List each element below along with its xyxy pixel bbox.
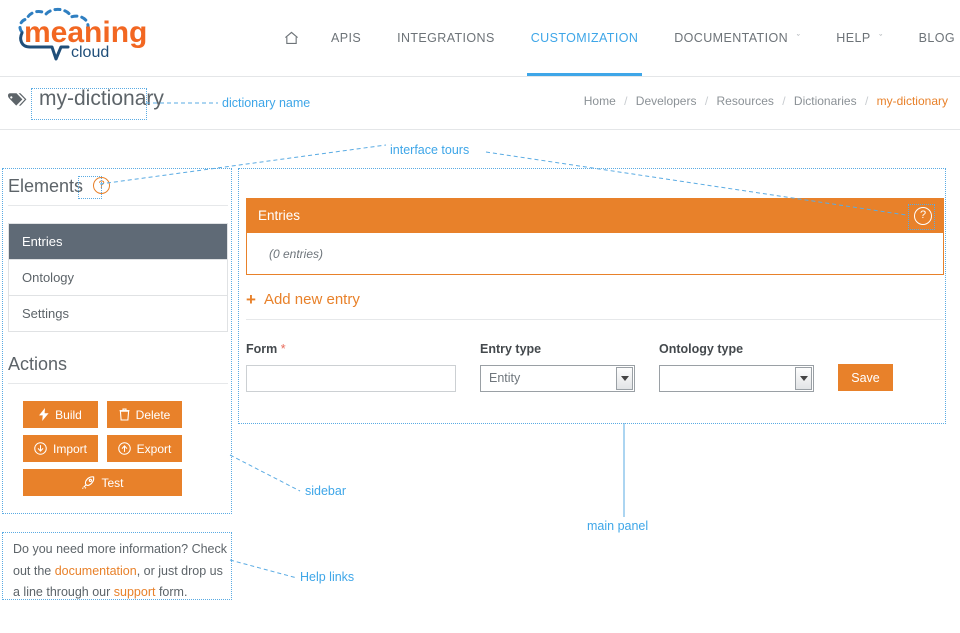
new-entry-form: Form * Entry type Entity Ontology type S… <box>246 342 944 392</box>
entry-type-value: Entity <box>489 371 521 385</box>
nav-home-icon[interactable] <box>270 0 313 76</box>
dictionary-name-title: my-dictionary <box>39 87 164 110</box>
main-nav: APIS INTEGRATIONS CUSTOMIZATION DOCUMENT… <box>270 0 960 76</box>
ontology-type-select[interactable] <box>659 365 814 392</box>
documentation-link[interactable]: documentation <box>55 564 137 578</box>
add-new-entry-label: Add new entry <box>263 291 360 308</box>
elements-list: Entries Ontology Settings <box>8 223 228 332</box>
nav-label: CUSTOMIZATION <box>530 31 639 45</box>
actions-heading: Actions <box>8 354 228 384</box>
download-circle-icon <box>34 442 47 455</box>
elements-heading: Elements ? <box>8 176 228 206</box>
build-button[interactable]: Build <box>23 401 98 428</box>
export-button[interactable]: Export <box>107 435 182 462</box>
help-text-part-3: form. <box>155 585 188 599</box>
sidebar-item-label: Ontology <box>22 270 75 285</box>
add-new-entry-link[interactable]: + Add new entry <box>246 291 944 320</box>
entries-count: (0 entries) <box>269 246 324 261</box>
entries-panel-title: Entries <box>258 208 301 223</box>
action-buttons: Build Delete Import Export Test <box>8 401 228 496</box>
sidebar-item-settings[interactable]: Settings <box>9 296 227 331</box>
button-label: Import <box>52 441 87 456</box>
nav-item-documentation[interactable]: DOCUMENTATION ˇ <box>656 0 818 76</box>
support-link[interactable]: support <box>114 585 156 599</box>
main-panel: Entries ? (0 entries) + Add new entry Fo… <box>246 198 944 392</box>
entry-type-select[interactable]: Entity <box>480 365 635 392</box>
nav-label: BLOG <box>918 31 955 45</box>
breadcrumb: Home / Developers / Resources / Dictiona… <box>584 94 948 108</box>
breadcrumb-separator: / <box>704 94 709 108</box>
annotation-label-dictionary-name: dictionary name <box>222 96 311 110</box>
actions-heading-label: Actions <box>8 354 68 374</box>
delete-button[interactable]: Delete <box>107 401 182 428</box>
chevron-down-icon[interactable] <box>616 367 633 390</box>
required-mark: * <box>280 342 286 356</box>
elements-help-icon[interactable]: ? <box>93 177 111 194</box>
entries-panel-body: (0 entries) <box>246 233 944 275</box>
sidebar-item-label: Entries <box>22 234 63 249</box>
meaningcloud-logo[interactable]: meaning cloud <box>8 6 158 66</box>
breadcrumb-item-home[interactable]: Home <box>584 94 616 108</box>
breadcrumb-separator: / <box>782 94 786 108</box>
annotation-label-help-links: Help links <box>300 570 355 584</box>
nav-label: INTEGRATIONS <box>397 31 495 45</box>
nav-item-apis[interactable]: APIS <box>313 0 379 76</box>
ontology-type-group: Ontology type <box>659 342 814 392</box>
entry-type-group: Entry type Entity <box>480 342 635 392</box>
annotation-label-sidebar: sidebar <box>305 484 346 498</box>
button-label: Build <box>55 407 82 422</box>
help-links-box: Do you need more information? Check out … <box>8 536 232 607</box>
sidebar-item-entries[interactable]: Entries <box>9 224 227 260</box>
nav-item-integrations[interactable]: INTEGRATIONS <box>379 0 513 76</box>
breadcrumb-item-developers[interactable]: Developers <box>636 94 697 108</box>
sidebar-item-ontology[interactable]: Ontology <box>9 260 227 296</box>
plus-icon: + <box>246 290 256 309</box>
annotation-label-interface-tours: interface tours <box>390 143 470 157</box>
tag-icon <box>7 91 27 113</box>
trash-icon <box>119 408 130 421</box>
breadcrumb-current: my-dictionary <box>876 94 948 108</box>
nav-item-help[interactable]: HELP ˇ <box>818 0 900 76</box>
nav-item-customization[interactable]: CUSTOMIZATION <box>513 0 657 76</box>
svg-text:cloud: cloud <box>71 44 109 61</box>
ontology-type-label: Ontology type <box>659 342 744 356</box>
import-button[interactable]: Import <box>23 435 98 462</box>
breadcrumb-item-resources[interactable]: Resources <box>717 94 774 108</box>
nav-item-blog[interactable]: BLOG <box>901 0 960 76</box>
sidebar: Elements ? Entries Ontology Settings Act… <box>8 176 228 496</box>
form-field-group: Form * <box>246 342 456 392</box>
entry-type-label: Entry type <box>480 342 542 356</box>
save-button[interactable]: Save <box>838 364 893 391</box>
button-label: Delete <box>135 407 171 422</box>
chevron-down-icon: ˇ <box>796 33 801 43</box>
nav-label: HELP <box>836 31 871 45</box>
form-field-label: Form * <box>246 342 456 356</box>
upload-circle-icon <box>117 442 131 455</box>
chevron-down-icon[interactable] <box>795 367 812 390</box>
form-input[interactable] <box>246 365 456 392</box>
entries-help-icon[interactable]: ? <box>914 207 932 225</box>
breadcrumb-item-dictionaries[interactable]: Dictionaries <box>794 94 857 108</box>
breadcrumb-separator: / <box>864 94 869 108</box>
button-label: Test <box>101 475 124 490</box>
top-navigation-bar: meaning cloud APIS INTEGRATIONS CUSTOMIZ… <box>0 0 960 77</box>
chevron-down-icon: ˇ <box>879 33 883 43</box>
form-label-text: Form <box>246 342 278 356</box>
bolt-icon <box>39 408 49 421</box>
rocket-icon <box>81 475 95 490</box>
button-label: Export <box>136 441 172 456</box>
nav-label: APIS <box>331 31 362 45</box>
sidebar-item-label: Settings <box>22 306 69 321</box>
breadcrumb-separator: / <box>624 94 628 108</box>
annotation-label-main-panel: main panel <box>587 519 649 533</box>
entries-panel-header: Entries ? <box>246 198 944 233</box>
elements-heading-label: Elements <box>8 176 84 196</box>
page-title-row: my-dictionary Home / Developers / Resour… <box>0 77 960 130</box>
test-button[interactable]: Test <box>23 469 182 496</box>
nav-label: DOCUMENTATION <box>674 31 789 45</box>
